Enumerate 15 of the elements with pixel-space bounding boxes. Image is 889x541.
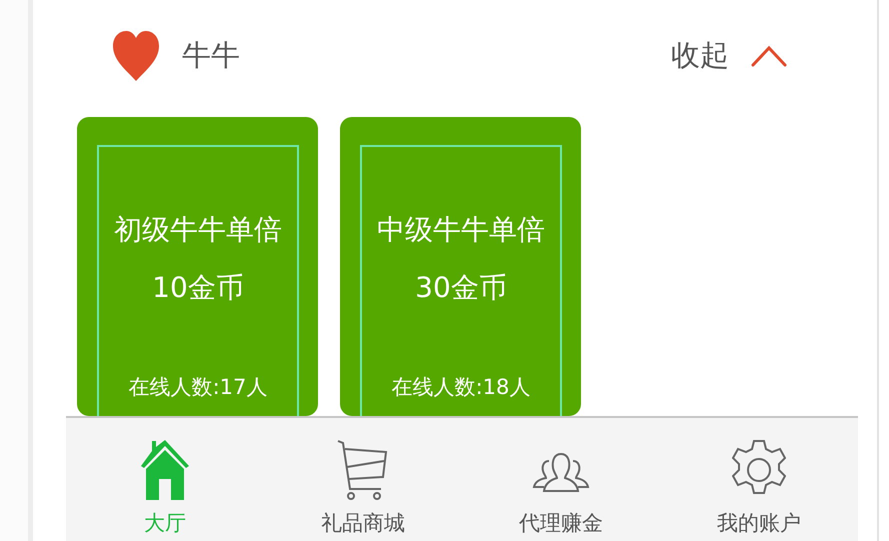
chevron-icon <box>751 45 787 67</box>
house-icon <box>140 439 190 501</box>
online-count: 在线人数:18人 <box>392 374 530 401</box>
room-name: 初级牛牛单倍 <box>114 212 282 248</box>
room-stake: 10金币 <box>152 270 244 306</box>
cart-icon <box>337 439 389 501</box>
collapse-button[interactable]: 收起 <box>671 36 787 76</box>
room-stake: 30金币 <box>415 270 507 306</box>
online-count: 在线人数:17人 <box>128 374 268 401</box>
nav-tab[interactable]: 礼品商城 <box>264 418 462 541</box>
room-name: 中级牛牛单倍 <box>377 212 545 248</box>
section-title: 牛牛 <box>182 37 240 74</box>
nav-tab[interactable]: 代理赚金 <box>462 418 660 541</box>
heart-icon <box>112 30 160 82</box>
nav-tab[interactable]: 我的账户 <box>660 418 858 541</box>
